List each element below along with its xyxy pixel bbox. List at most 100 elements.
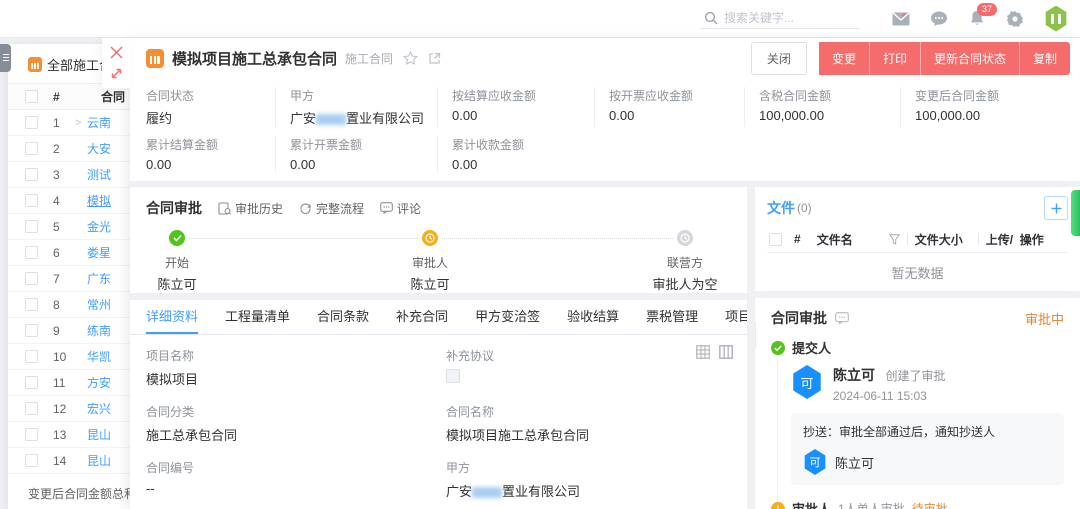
tab[interactable]: 票税管理 [646,300,698,334]
row-index: 6 [53,246,75,260]
column-view-icon[interactable] [719,345,733,359]
approval-history-link[interactable]: 审批历史 [218,200,283,217]
project-link[interactable]: 模拟项目 [146,369,446,388]
total-received-link[interactable]: 0.00 [452,157,583,172]
timeline-segment [442,238,673,239]
table-row[interactable]: 11 方安 [8,370,130,396]
uploader-column-header: 上传/ [986,231,1020,248]
close-button[interactable]: 关闭 [751,42,807,75]
table-row[interactable]: 14 昆山 [8,448,130,474]
row-checkbox[interactable] [25,428,38,441]
gear-icon[interactable] [1006,10,1024,28]
expand-arrow-icon[interactable]: > [75,117,87,129]
contract-name-link[interactable]: 金光 [87,218,111,235]
table-row[interactable]: 13 昆山 [8,422,130,448]
contract-name-link[interactable]: 昆山 [87,452,111,469]
table-row[interactable]: 4 模拟 [8,188,130,214]
row-checkbox[interactable] [25,194,38,207]
contract-name-link[interactable]: 广东 [87,270,111,287]
grid-view-icon[interactable] [696,345,710,359]
mail-icon[interactable] [892,10,910,28]
avatar[interactable]: 可 [803,449,827,475]
table-row[interactable]: 2 大安 [8,136,130,162]
files-header: 文件 (0) [767,196,1068,220]
step-done-icon [169,230,185,246]
total-invoiced-link[interactable]: 0.00 [290,157,425,172]
row-checkbox[interactable] [25,168,38,181]
contract-name-link[interactable]: 常州 [87,296,111,313]
contract-name-link[interactable]: 娄星 [87,244,111,261]
contract-name-link[interactable]: 测试 [87,166,111,183]
select-all-checkbox[interactable] [25,90,38,103]
row-checkbox[interactable] [25,402,38,415]
close-icon[interactable] [110,46,123,59]
row-checkbox[interactable] [25,298,38,311]
row-checkbox[interactable] [25,272,38,285]
comment-link[interactable]: 评论 [380,200,421,217]
select-all-checkbox[interactable] [769,233,782,246]
action-button[interactable]: 更新合同状态 [921,42,1020,75]
star-favorite-icon[interactable] [403,51,418,66]
global-search[interactable] [700,8,860,29]
table-row[interactable]: 3 测试 [8,162,130,188]
expand-diagonal-icon[interactable] [110,67,123,80]
avatar[interactable]: 可 [791,365,823,399]
form-contract-category: 合同分类 施工总承包合同 [146,403,446,444]
comment-icon[interactable] [835,312,849,324]
search-input[interactable] [724,11,854,25]
contract-name-link[interactable]: 昆山 [87,426,111,443]
row-checkbox[interactable] [25,376,38,389]
table-row[interactable]: 6 娄星 [8,240,130,266]
tab[interactable]: 项目收款 [725,300,747,334]
action-button[interactable]: 打印 [870,42,921,75]
contract-name-link[interactable]: 大安 [87,140,111,157]
tab[interactable]: 详细资料 [146,300,198,334]
row-checkbox[interactable] [25,116,38,129]
contract-name-link[interactable]: 模拟 [87,192,111,209]
table-row[interactable]: 1 > 云南 [8,110,130,136]
row-checkbox[interactable] [25,220,38,233]
contract-name-link[interactable]: 华凯 [87,348,111,365]
open-external-icon[interactable] [428,52,441,65]
chat-icon[interactable] [930,10,948,28]
supplement-checkbox[interactable] [446,369,460,383]
panel-collapse-handle[interactable]: ▶ [755,322,756,348]
clock-circle-icon [771,502,785,509]
contract-list-panel: 全部施工合同 # 合同 1 > 云南 2 大安 3 [8,44,130,509]
action-button[interactable]: 变更 [819,42,870,75]
table-row[interactable]: 5 金光 [8,214,130,240]
action-button[interactable]: 复制 [1020,42,1070,75]
notification-bell-icon[interactable]: 37 [968,10,986,28]
table-row[interactable]: 10 华凯 [8,344,130,370]
tab[interactable]: 合同条款 [317,300,369,334]
tab[interactable]: 工程量清单 [225,300,290,334]
add-file-button[interactable] [1044,196,1068,220]
form-supplement: 补充协议 [446,347,731,388]
row-checkbox[interactable] [25,246,38,259]
row-index: 13 [53,428,75,442]
avatar-logo-icon [1051,14,1061,24]
collapse-menu-handle[interactable] [0,44,11,72]
contract-name-link[interactable]: 云南 [87,114,111,131]
tab[interactable]: 验收结算 [567,300,619,334]
contract-name-link[interactable]: 宏兴 [87,400,111,417]
row-checkbox[interactable] [25,324,38,337]
row-index: 14 [53,454,75,468]
table-row[interactable]: 12 宏兴 [8,396,130,422]
full-process-link[interactable]: 完整流程 [299,200,364,217]
contract-name-link[interactable]: 练南 [87,322,111,339]
table-row[interactable]: 9 练南 [8,318,130,344]
tab[interactable]: 甲方变洽签 [475,300,540,334]
contract-name-link[interactable]: 方安 [87,374,111,391]
party-a-link[interactable]: 广安置业有限公司 [290,108,425,127]
filter-funnel-icon[interactable] [889,234,900,245]
edge-help-tab[interactable] [1071,190,1080,236]
row-checkbox[interactable] [25,350,38,363]
user-avatar[interactable] [1044,6,1068,32]
tab[interactable]: 补充合同 [396,300,448,334]
row-checkbox[interactable] [25,142,38,155]
party-a-link[interactable]: 广安置业有限公司 [446,481,731,500]
table-row[interactable]: 8 常州 [8,292,130,318]
table-row[interactable]: 7 广东 [8,266,130,292]
row-checkbox[interactable] [25,454,38,467]
